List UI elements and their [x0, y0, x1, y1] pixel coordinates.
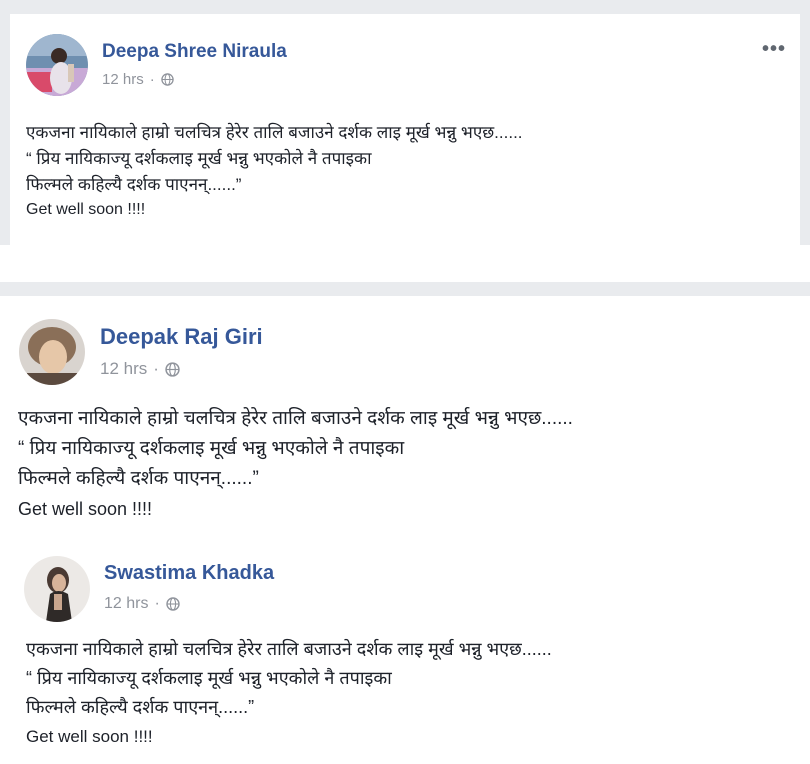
post-text-line: एकजना नायिकाले हाम्रो चलचित्र हेरेर तालि… — [18, 408, 573, 429]
post-text-line: “ प्रिय नायिकाज्यू दर्शकलाइ मूर्ख भन्नु … — [26, 668, 392, 688]
post-meta: 12 hrs · — [102, 71, 174, 88]
avatar[interactable] — [19, 319, 85, 385]
post-meta: 12 hrs · — [104, 595, 180, 613]
feed-gap-left — [0, 0, 10, 245]
avatar-image — [24, 556, 90, 622]
globe-icon[interactable] — [160, 73, 174, 86]
post-signoff: Get well soon !!!! — [26, 201, 146, 218]
timestamp[interactable]: 12 hrs — [104, 595, 148, 613]
avatar[interactable] — [24, 556, 90, 622]
post-text-line: “ प्रिय नायिकाज्यू दर्शकलाइ मूर्ख भन्नु … — [18, 438, 405, 459]
timestamp[interactable]: 12 hrs — [102, 71, 144, 88]
author-name[interactable]: Deepa Shree Niraula — [102, 41, 287, 63]
avatar[interactable] — [26, 34, 88, 96]
post-card-1: Deepa Shree Niraula 12 hrs · ••• एकजना न… — [10, 14, 800, 245]
post-meta: 12 hrs · — [100, 359, 180, 379]
meta-separator: · — [153, 359, 159, 378]
avatar-image — [19, 319, 85, 385]
feed-gap-right — [800, 0, 810, 245]
post-text-line: एकजना नायिकाले हाम्रो चलचित्र हेरेर तालि… — [26, 639, 552, 659]
post-card-3: Swastima Khadka 12 hrs · एकजना नायिकाले … — [0, 536, 810, 764]
post-card-2: Deepak Raj Giri 12 hrs · एकजना नायिकाले … — [0, 296, 810, 536]
post-text-line: एकजना नायिकाले हाम्रो चलचित्र हेरेर तालि… — [26, 123, 523, 142]
globe-icon[interactable] — [166, 597, 180, 611]
avatar-image — [26, 34, 88, 96]
globe-icon[interactable] — [165, 361, 180, 377]
meta-separator: · — [154, 595, 160, 612]
author-name[interactable]: Deepak Raj Giri — [100, 324, 263, 350]
more-options-icon[interactable]: ••• — [762, 38, 786, 61]
feed-gap-top — [0, 0, 810, 14]
post-text: एकजना नायिकाले हाम्रो चलचित्र हेरेर तालि… — [18, 404, 573, 524]
post-text-line: फिल्मले कहिल्यै दर्शक पाएनन्......” — [18, 468, 259, 489]
post-text: एकजना नायिकाले हाम्रो चलचित्र हेरेर तालि… — [26, 635, 552, 751]
post-text-line: फिल्मले कहिल्यै दर्शक पाएनन्......” — [26, 697, 255, 717]
post-text-line: फिल्मले कहिल्यै दर्शक पाएनन्......” — [26, 175, 242, 194]
post-text-line: “ प्रिय नायिकाज्यू दर्शकलाइ मूर्ख भन्नु … — [26, 149, 372, 168]
meta-separator: · — [149, 71, 155, 88]
post-signoff: Get well soon !!!! — [26, 727, 153, 746]
post-signoff: Get well soon !!!! — [18, 499, 153, 519]
author-name[interactable]: Swastima Khadka — [104, 562, 274, 585]
feed-gap-middle — [0, 282, 810, 296]
timestamp[interactable]: 12 hrs — [100, 359, 147, 379]
post-text: एकजना नायिकाले हाम्रो चलचित्र हेरेर तालि… — [26, 120, 523, 223]
